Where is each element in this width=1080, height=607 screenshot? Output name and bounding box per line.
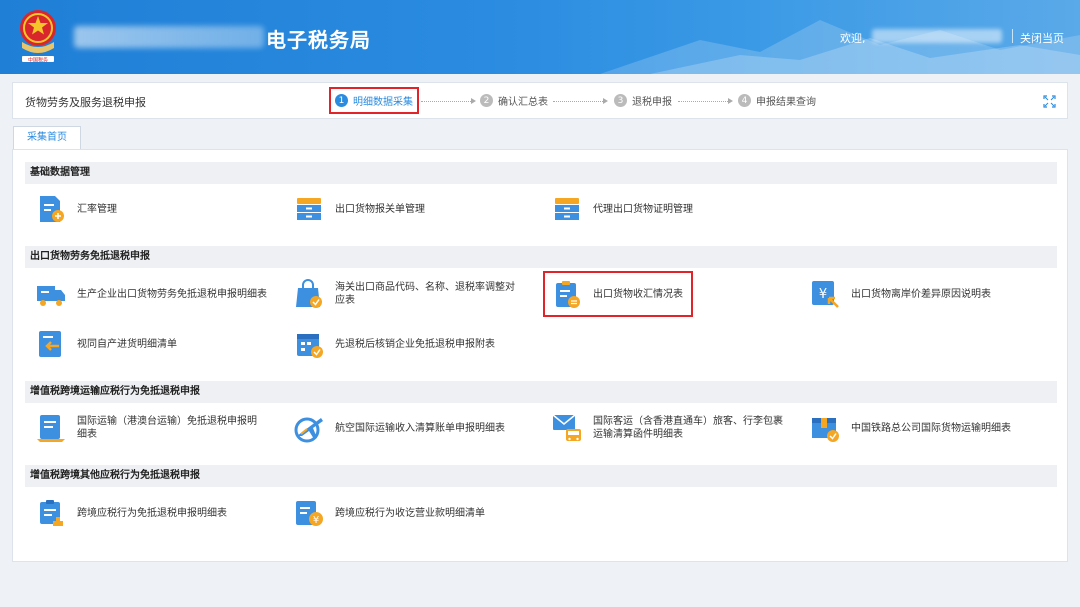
step-number: 4 (738, 94, 751, 107)
customs-declaration-icon (297, 198, 321, 220)
step-label: 确认汇总表 (498, 97, 548, 108)
menu-item[interactable]: 跨境应税行为免抵退税申报明细表 (35, 497, 275, 529)
menu-item-label: 生产企业出口货物劳务免抵退税申报明细表 (77, 288, 267, 300)
menu-item[interactable]: 生产企业出口货物劳务免抵退税申报明细表 (35, 278, 275, 310)
menu-item[interactable]: 视同自产进货明细清单 (35, 328, 275, 360)
calendar-check-icon (297, 334, 323, 358)
step-connector (421, 101, 471, 102)
menu-item-label: 跨境应税行为收讫营业款明细清单 (335, 507, 485, 519)
menu-item-label: 代理出口货物证明管理 (593, 203, 693, 215)
agency-certificate-icon (555, 198, 579, 220)
menu-item[interactable]: 国际客运（含香港直通车）旅客、行李包裹运输清算函件明细表 (551, 412, 791, 444)
step-confirm-summary[interactable]: 2 确认汇总表 (480, 93, 548, 108)
welcome-text: 欢迎, (840, 32, 866, 45)
fullscreen-icon[interactable] (1043, 95, 1056, 108)
menu-item-label: 出口货物报关单管理 (335, 203, 425, 215)
site-title: 电子税务局 (266, 28, 371, 52)
step-arrow (603, 98, 608, 104)
cargo-box-icon (812, 418, 839, 442)
yuan-document-icon: ¥ (296, 501, 323, 526)
header-divider (1012, 29, 1013, 43)
clipboard-stamp-icon (40, 500, 63, 526)
shopping-bag-icon (296, 279, 322, 308)
yuan-price-icon: ¥ (812, 281, 839, 308)
menu-item[interactable]: 航空国际运输收入清算账单申报明细表 (293, 412, 533, 444)
menu-item-label: 国际运输（港澳台运输）免抵退税申报明细表 (77, 416, 257, 440)
self-produced-icon (39, 331, 61, 357)
section-title: 出口货物劳务免抵退税申报 (25, 246, 1057, 268)
menu-item-label: 海关出口商品代码、名称、退税率调整对应表 (335, 282, 515, 306)
tab-collection-home[interactable]: 采集首页 (13, 126, 81, 150)
highlight-box (329, 87, 419, 114)
step-arrow (728, 98, 733, 104)
step-arrow (471, 98, 476, 104)
menu-item[interactable]: 海关出口商品代码、名称、退税率调整对应表 (293, 278, 533, 310)
menu-item-label: 汇率管理 (77, 203, 117, 215)
page-title: 货物劳务及服务退税申报 (25, 96, 146, 109)
airplane-globe-icon (294, 417, 323, 443)
section-title: 基础数据管理 (25, 162, 1057, 184)
menu-item-label: 出口货物离岸价差异原因说明表 (851, 288, 991, 300)
menu-item[interactable]: 代理出口货物证明管理 (551, 193, 791, 225)
shipping-document-icon (37, 415, 65, 442)
step-connector (553, 101, 603, 102)
svg-text:中国税务: 中国税务 (28, 57, 48, 64)
tax-emblem-logo: 中国税务 (20, 10, 56, 64)
menu-item-label: 中国铁路总公司国际货物运输明细表 (851, 422, 1011, 434)
menu-item[interactable]: 中国铁路总公司国际货物运输明细表 (809, 412, 1049, 444)
site-name-redacted (74, 26, 264, 48)
step-number: 2 (480, 94, 493, 107)
user-name-redacted (872, 29, 1002, 43)
truck-icon (37, 286, 65, 306)
menu-item[interactable]: ¥ 跨境应税行为收讫营业款明细清单 (293, 497, 533, 529)
menu-item[interactable]: 出口货物报关单管理 (293, 193, 533, 225)
menu-item[interactable]: 国际运输（港澳台运输）免抵退税申报明细表 (35, 412, 275, 444)
close-page-link[interactable]: 关闭当页 (1020, 30, 1064, 46)
menu-item[interactable]: 汇率管理 (35, 193, 275, 225)
menu-item-label: 国际客运（含香港直通车）旅客、行李包裹运输清算函件明细表 (593, 416, 783, 440)
menu-item[interactable]: 先退税后核销企业免抵退税申报附表 (293, 328, 533, 360)
section-title: 增值税跨境运输应税行为免抵退税申报 (25, 381, 1057, 403)
svg-text:¥: ¥ (313, 515, 319, 526)
menu-item-label: 先退税后核销企业免抵退税申报附表 (335, 338, 495, 350)
step-result-query[interactable]: 4 申报结果查询 (738, 93, 816, 108)
menu-item[interactable]: ¥ 出口货物离岸价差异原因说明表 (809, 278, 1049, 310)
highlight-box (543, 271, 693, 317)
step-label: 申报结果查询 (756, 97, 816, 108)
section-title: 增值税跨境其他应税行为免抵退税申报 (25, 465, 1057, 487)
mail-bus-icon (552, 414, 581, 441)
step-connector (678, 101, 728, 102)
menu-item-label: 跨境应税行为免抵退税申报明细表 (77, 507, 227, 519)
exchange-rate-icon (40, 196, 64, 222)
menu-item-label: 航空国际运输收入清算账单申报明细表 (335, 422, 505, 434)
step-label: 退税申报 (632, 97, 672, 108)
top-header: 中国税务 电子税务局 欢迎, 关闭当页 (0, 0, 1080, 74)
svg-text:¥: ¥ (819, 287, 827, 302)
main-panel: 基础数据管理 汇率管理 出口货物报关单管理 代理出口货物证明管理 出口货物劳务免… (12, 149, 1068, 562)
step-number: 3 (614, 94, 627, 107)
steps-bar: 货物劳务及服务退税申报 1 明细数据采集 2 确认汇总表 3 退税申报 4 申报… (12, 82, 1068, 119)
menu-item-label: 视同自产进货明细清单 (77, 338, 177, 350)
step-tax-refund-declare[interactable]: 3 退税申报 (614, 93, 672, 108)
